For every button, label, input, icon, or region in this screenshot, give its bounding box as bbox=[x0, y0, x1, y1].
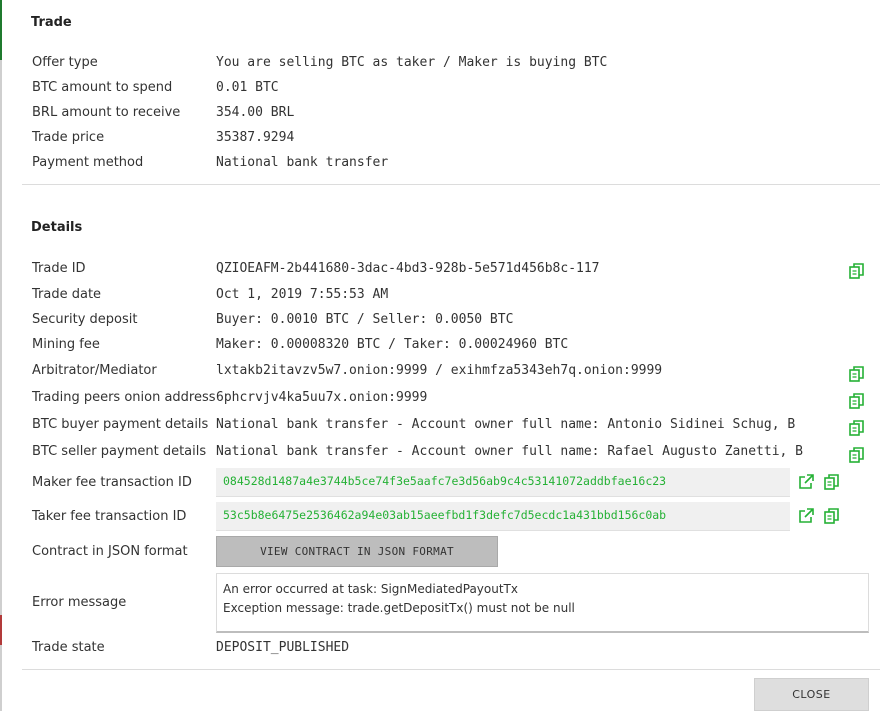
open-external-icon[interactable] bbox=[797, 507, 815, 525]
mining-fee-label: Mining fee bbox=[32, 337, 100, 352]
buyer-payment-value: National bank transfer - Account owner f… bbox=[216, 417, 796, 432]
left-edge-accent bbox=[0, 0, 2, 60]
seller-payment-label: BTC seller payment details bbox=[32, 444, 207, 459]
section-divider bbox=[22, 184, 880, 185]
error-message-label: Error message bbox=[32, 595, 127, 610]
copy-maker-fee-tx-icon[interactable] bbox=[823, 473, 841, 491]
copy-buyer-payment-icon[interactable] bbox=[848, 419, 866, 437]
copy-taker-fee-tx-icon[interactable] bbox=[823, 507, 841, 525]
peers-onion-value: 6phcrvjv4ka5uu7x.onion:9999 bbox=[216, 390, 428, 405]
security-deposit-value: Buyer: 0.0010 BTC / Seller: 0.0050 BTC bbox=[216, 312, 514, 327]
trade-price-label: Trade price bbox=[32, 130, 105, 145]
payment-method-label: Payment method bbox=[32, 155, 144, 170]
brl-amount-value: 354.00 BRL bbox=[216, 105, 295, 120]
error-message-box[interactable]: An error occurred at task: SignMediatedP… bbox=[216, 573, 869, 633]
close-button[interactable]: CLOSE bbox=[754, 678, 869, 711]
trade-state-label: Trade state bbox=[32, 640, 105, 655]
peers-onion-label: Trading peers onion address bbox=[32, 390, 216, 405]
maker-fee-tx-field[interactable]: 084528d1487a4e3744b5ce74f3e5aafc7e3d56ab… bbox=[216, 468, 790, 497]
trade-price-value: 35387.9294 bbox=[216, 130, 295, 145]
offer-type-value: You are selling BTC as taker / Maker is … bbox=[216, 55, 608, 70]
maker-fee-tx-value: 084528d1487a4e3744b5ce74f3e5aafc7e3d56ab… bbox=[223, 474, 667, 488]
btc-amount-value: 0.01 BTC bbox=[216, 80, 279, 95]
security-deposit-label: Security deposit bbox=[32, 312, 138, 327]
trade-state-value: DEPOSIT_PUBLISHED bbox=[216, 640, 350, 655]
buyer-payment-label: BTC buyer payment details bbox=[32, 417, 209, 432]
details-section-title: Details bbox=[31, 220, 83, 235]
footer-divider bbox=[22, 669, 880, 670]
window-left-edge bbox=[0, 0, 2, 711]
copy-peers-onion-icon[interactable] bbox=[848, 392, 866, 410]
view-contract-button[interactable]: VIEW CONTRACT IN JSON FORMAT bbox=[216, 536, 498, 567]
arbitrator-value: lxtakb2itavzv5w7.onion:9999 / exihmfza53… bbox=[216, 363, 663, 378]
taker-fee-tx-label: Taker fee transaction ID bbox=[32, 509, 187, 524]
trade-id-label: Trade ID bbox=[32, 261, 86, 276]
seller-payment-value: National bank transfer - Account owner f… bbox=[216, 444, 803, 459]
mining-fee-value: Maker: 0.00008320 BTC / Taker: 0.0002496… bbox=[216, 337, 569, 352]
brl-amount-label: BRL amount to receive bbox=[32, 105, 181, 120]
payment-method-value: National bank transfer bbox=[216, 155, 389, 170]
copy-trade-id-icon[interactable] bbox=[848, 262, 866, 280]
copy-arbitrator-icon[interactable] bbox=[848, 365, 866, 383]
trade-id-value: QZIOEAFM-2b441680-3dac-4bd3-928b-5e571d4… bbox=[216, 261, 600, 276]
error-line-task: An error occurred at task: SignMediatedP… bbox=[223, 582, 518, 596]
arbitrator-label: Arbitrator/Mediator bbox=[32, 363, 157, 378]
maker-fee-tx-label: Maker fee transaction ID bbox=[32, 475, 192, 490]
offer-type-label: Offer type bbox=[32, 55, 98, 70]
left-edge-accent-red bbox=[0, 615, 2, 645]
taker-fee-tx-field[interactable]: 53c5b8e6475e2536462a94e03ab15aeefbd1f3de… bbox=[216, 502, 790, 531]
copy-seller-payment-icon[interactable] bbox=[848, 446, 866, 464]
trade-date-label: Trade date bbox=[32, 287, 102, 302]
btc-amount-label: BTC amount to spend bbox=[32, 80, 173, 95]
trade-section-title: Trade bbox=[31, 15, 72, 30]
error-line-exception: Exception message: trade.getDepositTx() … bbox=[223, 601, 575, 615]
open-external-icon[interactable] bbox=[797, 473, 815, 491]
taker-fee-tx-value: 53c5b8e6475e2536462a94e03ab15aeefbd1f3de… bbox=[223, 508, 667, 522]
contract-label: Contract in JSON format bbox=[32, 544, 188, 559]
trade-date-value: Oct 1, 2019 7:55:53 AM bbox=[216, 287, 389, 302]
